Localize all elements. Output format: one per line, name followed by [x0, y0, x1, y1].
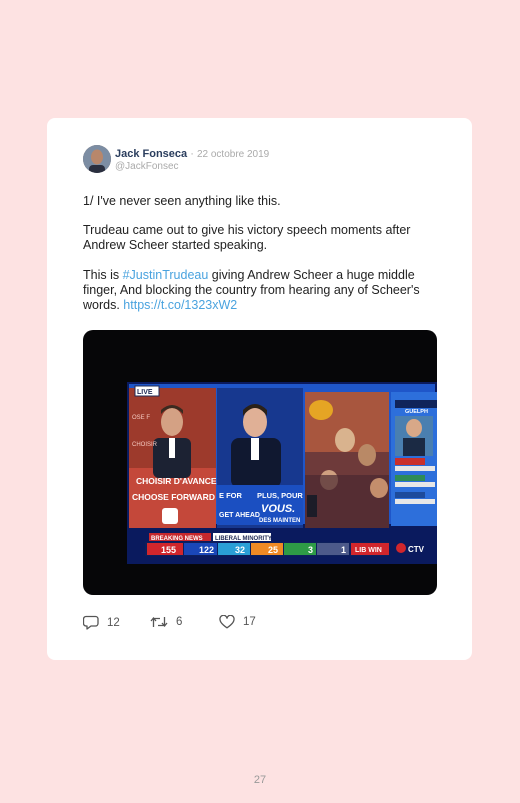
like-action[interactable]: 17 [219, 615, 256, 629]
podium-right3: DES MAINTEN [259, 518, 300, 524]
tweet-date[interactable]: 22 octobre 2019 [197, 149, 269, 160]
ticker-bq: 32 [235, 545, 245, 555]
hashtag-link[interactable]: #JustinTrudeau [123, 268, 209, 282]
podium-right1: PLUS, POUR [257, 491, 303, 500]
page-number: 27 [253, 774, 267, 786]
tweet-card: Jack Fonseca · 22 octobre 2019 @JackFons… [47, 118, 472, 660]
breaking-news-label: BREAKING NEWS [151, 536, 203, 542]
riding-name: GUELPH [405, 409, 428, 415]
banner-left-small: OSE F [132, 415, 150, 421]
retweet-action[interactable]: 6 [150, 615, 182, 629]
author-handle[interactable]: @JackFonsec [115, 161, 179, 172]
tweet-media-photo[interactable]: CHOISIR D'AVANCER CHOOSE FORWARD OSE F C… [83, 330, 437, 595]
retweet-count: 6 [176, 616, 183, 628]
tweet-url-link[interactable]: https://t.co/1323xW2 [123, 298, 237, 312]
banner-left-2: CHOOSE FORWARD [132, 492, 215, 502]
ticker-lib: 155 [161, 545, 176, 555]
reply-count: 12 [107, 616, 120, 629]
like-count: 17 [243, 616, 256, 628]
ticker-ndp: 25 [268, 545, 278, 555]
tweet-paragraph-1: 1/ I've never seen anything like this. [83, 194, 281, 208]
ticker-ind: 1 [341, 545, 346, 555]
paragraph-3-prefix: This is [83, 268, 123, 282]
ticker-con: 122 [199, 545, 214, 555]
live-badge: LIVE [137, 389, 153, 396]
separator: · [190, 148, 194, 160]
podium-line1: E FOR [219, 491, 243, 500]
network-logo: CTV [408, 545, 425, 554]
podium-line2: GET AHEAD [219, 512, 260, 519]
banner-left-small-2: CHOISIR [132, 442, 158, 448]
ticker-grn: 3 [308, 545, 313, 555]
avatar[interactable] [83, 145, 111, 173]
banner-left-1: CHOISIR D'AVANCER [136, 476, 223, 486]
liberal-minority-label: LIBERAL MINORITY [215, 536, 272, 542]
tweet-paragraph-2: Trudeau came out to give his victory spe… [83, 223, 411, 252]
author-name[interactable]: Jack Fonseca [115, 148, 187, 160]
retweet-icon[interactable] [150, 615, 168, 629]
ticker-lib-win: LIB WIN [355, 547, 382, 554]
like-icon[interactable] [219, 615, 235, 629]
reply-action[interactable]: 12 [83, 615, 120, 630]
reply-icon[interactable] [83, 615, 99, 630]
tweet-author-line: Jack Fonseca · 22 octobre 2019 [115, 148, 269, 160]
podium-right2: VOUS. [261, 503, 295, 515]
tweet-paragraph-3: This is #JustinTrudeau giving Andrew Sch… [83, 268, 443, 313]
